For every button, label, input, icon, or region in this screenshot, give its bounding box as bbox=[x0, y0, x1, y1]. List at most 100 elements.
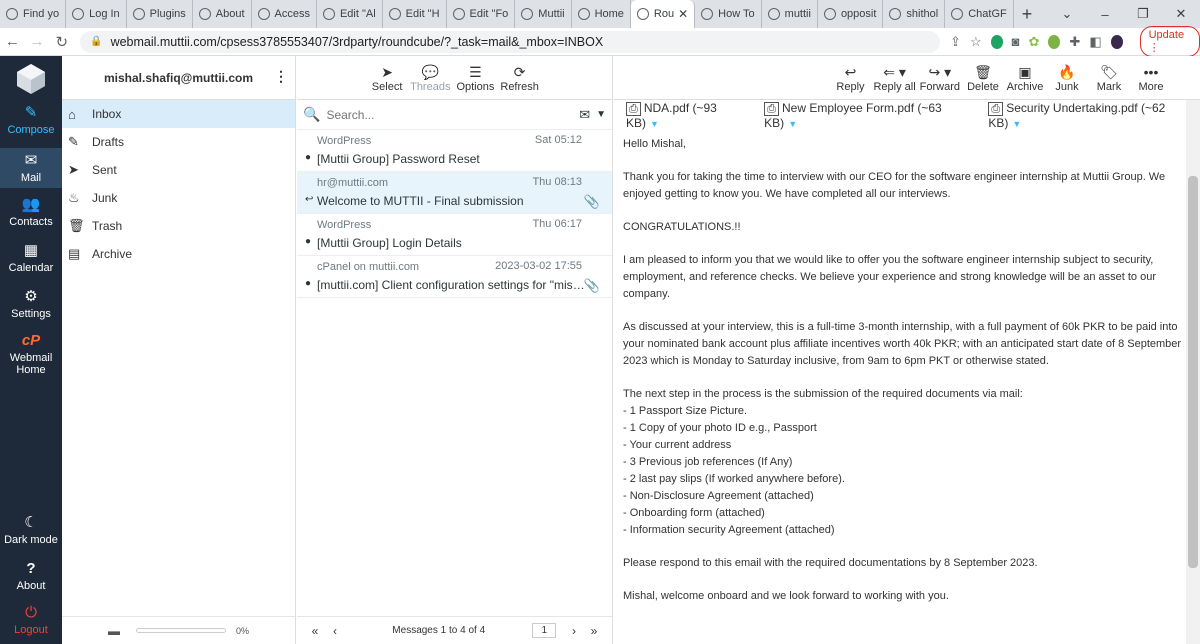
last-page-button[interactable]: » bbox=[584, 624, 604, 638]
list-toolbar: ➤ Select 💬 Threads ☰ Options ⟳ Refresh bbox=[297, 56, 612, 100]
reload-button[interactable]: ↻ bbox=[49, 33, 74, 51]
camera-icon[interactable]: ◙ bbox=[1012, 34, 1020, 49]
scrollbar-thumb[interactable] bbox=[1188, 176, 1198, 568]
select-button[interactable]: ➤ Select bbox=[370, 63, 404, 93]
message-row[interactable]: cPanel on muttii.com 2023-03-02 17:55 ● [mu… bbox=[297, 256, 612, 298]
attachment-link[interactable]: ⎙ Security Undertaking.pdf (~62 KB) ▼ bbox=[988, 101, 1200, 130]
compose-button[interactable]: ✎ Compose bbox=[0, 104, 62, 144]
mark-button[interactable]: 🏷 Mark bbox=[1090, 63, 1128, 93]
email-paragraph: Mishal, welcome onboard and we look forw… bbox=[623, 590, 949, 602]
delete-button[interactable]: 🗑 Delete bbox=[964, 63, 1002, 93]
reply-all-label: Reply all bbox=[873, 81, 916, 93]
url-field[interactable]: 🔒 webmail.muttii.com/cpsess3785553407/3r… bbox=[80, 30, 941, 53]
puzzle-icon[interactable]: ✚ bbox=[1069, 34, 1080, 50]
folder-trash[interactable]: 🗑 Trash bbox=[62, 212, 295, 240]
browser-tab-strip: Find yo Log In Plugins About Access Edit "Al E… bbox=[0, 0, 1200, 28]
more-button[interactable]: ••• More bbox=[1132, 63, 1170, 93]
nav-settings[interactable]: ⚙ Settings bbox=[0, 288, 62, 328]
prev-page-button[interactable]: ‹ bbox=[325, 624, 345, 638]
update-button[interactable]: Update ⋮ bbox=[1139, 26, 1200, 57]
pencil-icon: ✎ bbox=[68, 134, 79, 149]
folder-drafts[interactable]: ✎ Drafts bbox=[62, 128, 295, 156]
reply-all-button[interactable]: ⇐ ▾ Reply all bbox=[873, 63, 915, 93]
close-tab-icon[interactable]: ✕ bbox=[678, 7, 688, 21]
options-button[interactable]: ☰ Options bbox=[456, 63, 494, 93]
browser-tab[interactable]: Access bbox=[252, 0, 317, 28]
next-page-button[interactable]: › bbox=[564, 624, 584, 638]
sidepanel-icon[interactable]: ◧ bbox=[1089, 34, 1101, 50]
share-icon[interactable]: ⇪ bbox=[950, 34, 961, 50]
chatgpt-extension-icon[interactable]: ✿ bbox=[1029, 34, 1040, 50]
threads-button[interactable]: 💬 Threads bbox=[410, 63, 450, 93]
message-row[interactable]: hr@muttii.com Thu 08:13 ↩ Welcome to MUTTII… bbox=[297, 172, 612, 214]
browser-tab[interactable]: ChatGF bbox=[945, 0, 1014, 28]
tab-list: Find yo Log In Plugins About Access Edit "Al E… bbox=[0, 0, 1014, 28]
extension-icon[interactable] bbox=[1048, 34, 1061, 49]
first-page-button[interactable]: « bbox=[305, 624, 325, 638]
refresh-button[interactable]: ⟳ Refresh bbox=[500, 63, 539, 93]
message-scrollbar[interactable] bbox=[1186, 100, 1200, 644]
search-input[interactable] bbox=[326, 107, 574, 122]
minimize-button[interactable]: – bbox=[1086, 7, 1124, 22]
folder-inbox[interactable]: ⌂ Inbox bbox=[62, 100, 295, 128]
attachment-link[interactable]: ⎙ NDA.pdf (~93 KB) ▼ bbox=[626, 101, 752, 130]
browser-tab[interactable]: Rou ✕ bbox=[630, 0, 696, 28]
forward-button[interactable]: → bbox=[25, 33, 50, 50]
chevron-down-icon[interactable]: ▼ bbox=[596, 109, 606, 120]
email-paragraph: I am pleased to inform you that we would… bbox=[623, 254, 1156, 300]
browser-tab[interactable]: Log In bbox=[66, 0, 127, 28]
browser-tab[interactable]: muttii bbox=[762, 0, 818, 28]
search-scope-envelope-icon[interactable]: ✉ bbox=[579, 107, 590, 123]
browser-tab[interactable]: shithol bbox=[883, 0, 946, 28]
wordpress-icon bbox=[577, 8, 590, 20]
browser-tab[interactable]: How To bbox=[695, 0, 762, 28]
page-number-input[interactable]: 1 bbox=[532, 623, 556, 638]
chevron-down-icon[interactable]: ▼ bbox=[788, 119, 797, 129]
grammarly-icon[interactable] bbox=[990, 34, 1003, 49]
message-row[interactable]: WordPress Sat 05:12 ● [Muttii Group] Passwo… bbox=[297, 130, 612, 172]
close-window-button[interactable]: ✕ bbox=[1162, 6, 1200, 22]
required-document-item: - Your current address bbox=[623, 439, 732, 451]
new-tab-button[interactable]: + bbox=[1014, 4, 1041, 25]
back-button[interactable]: ← bbox=[0, 33, 25, 50]
folder-sent[interactable]: ➤ Sent bbox=[62, 156, 295, 184]
restore-button[interactable]: ❐ bbox=[1124, 6, 1162, 22]
message-row[interactable]: WordPress Thu 06:17 ● [Muttii Group] Login … bbox=[297, 214, 612, 256]
options-label: Options bbox=[456, 81, 495, 93]
junk-button[interactable]: 🔥 Junk bbox=[1048, 63, 1086, 93]
browser-tab[interactable]: opposit bbox=[818, 0, 884, 28]
reply-button[interactable]: ↩ Reply bbox=[831, 63, 869, 93]
folder-options-icon[interactable]: ⋮ bbox=[274, 68, 288, 85]
logout-button[interactable]: ⏻ Logout bbox=[0, 604, 62, 644]
forward-label: Forward bbox=[919, 81, 960, 93]
logout-label: Logout bbox=[14, 624, 48, 636]
browser-tab[interactable]: Find yo bbox=[0, 0, 67, 28]
nav-mail[interactable]: ✉ Mail bbox=[0, 148, 62, 188]
browser-tab[interactable]: Plugins bbox=[127, 0, 193, 28]
inbox-icon: ⌂ bbox=[68, 106, 76, 122]
browser-tab[interactable]: Edit "H bbox=[383, 0, 447, 28]
archive-button[interactable]: ▣ Archive bbox=[1006, 63, 1044, 93]
browser-tab[interactable]: Muttii bbox=[515, 0, 572, 28]
chevron-down-icon[interactable]: ▼ bbox=[1012, 119, 1021, 129]
browser-tab[interactable]: Home bbox=[572, 0, 631, 28]
browser-tab[interactable]: Edit "Fo bbox=[447, 0, 516, 28]
nav-about[interactable]: ? About bbox=[0, 560, 62, 600]
forward-mail-button[interactable]: ↪ ▾ Forward bbox=[920, 63, 960, 93]
nav-webmail-home[interactable]: cP Webmail Home bbox=[0, 332, 62, 380]
tab-search-icon[interactable]: ⌄ bbox=[1048, 6, 1086, 22]
browser-tab[interactable]: About bbox=[193, 0, 252, 28]
chatgpt-icon bbox=[951, 8, 964, 20]
profile-avatar[interactable] bbox=[1110, 34, 1123, 49]
nav-calendar[interactable]: ▦ Calendar bbox=[0, 242, 62, 282]
dark-mode-toggle[interactable]: ☾ Dark mode bbox=[0, 514, 62, 554]
chevron-down-icon[interactable]: ▼ bbox=[650, 119, 659, 129]
reply-icon: ↩ bbox=[844, 64, 857, 80]
folder-junk[interactable]: ♨ Junk bbox=[62, 184, 295, 212]
folder-archive[interactable]: ▤ Archive bbox=[62, 240, 295, 268]
browser-tab[interactable]: Edit "Al bbox=[317, 0, 383, 28]
attachment-link[interactable]: ⎙ New Employee Form.pdf (~63 KB) ▼ bbox=[764, 101, 976, 130]
nav-contacts[interactable]: 👥 Contacts bbox=[0, 196, 62, 236]
refresh-icon: ⟳ bbox=[513, 64, 526, 80]
bookmark-star-icon[interactable]: ☆ bbox=[970, 34, 982, 50]
